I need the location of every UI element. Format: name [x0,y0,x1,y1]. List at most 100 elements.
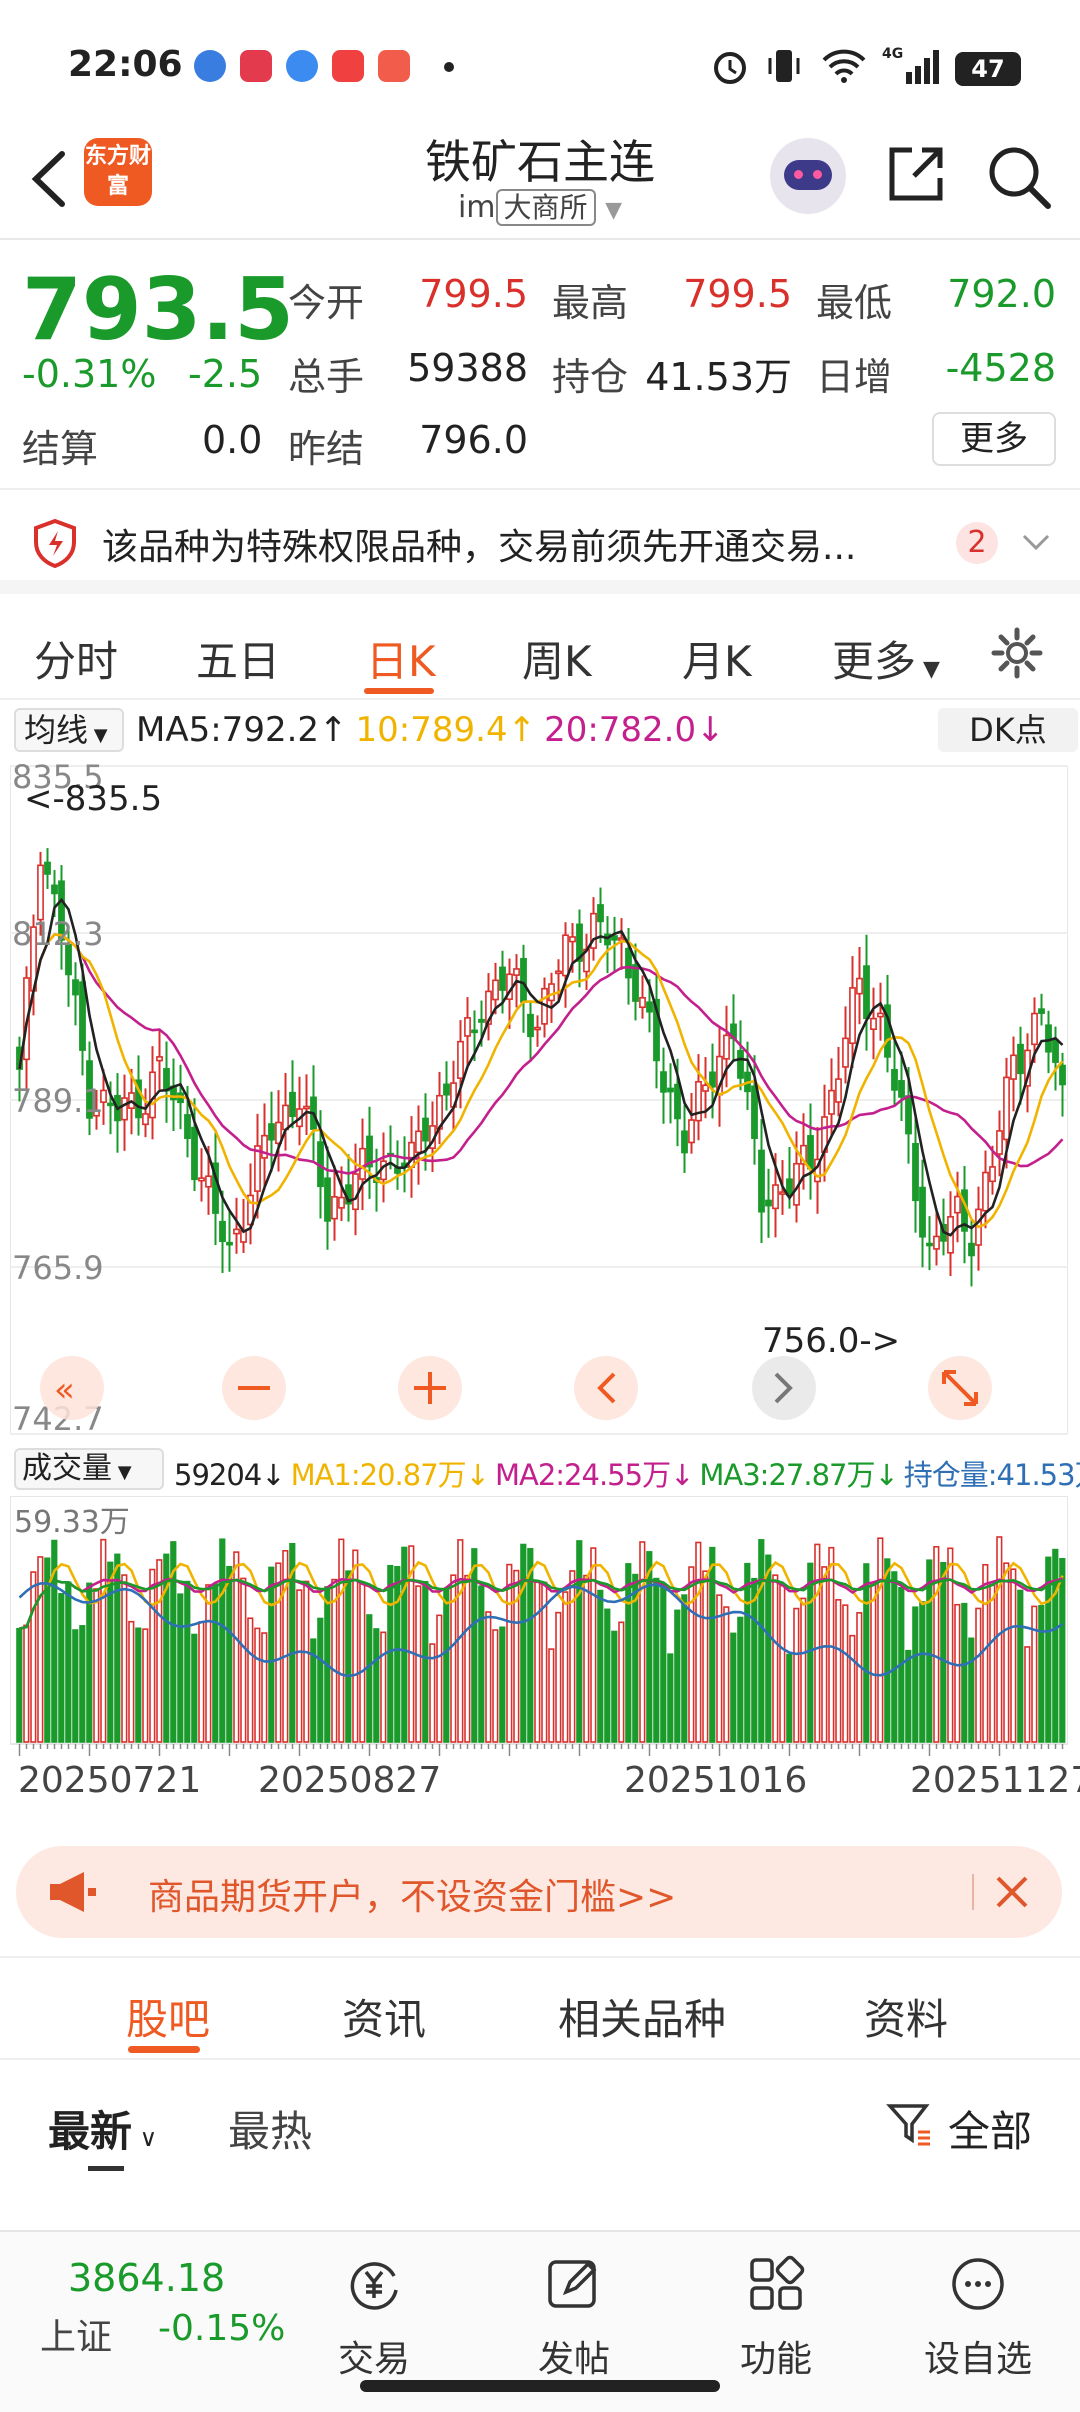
search-icon[interactable] [984,142,1054,212]
volume-bar [317,1617,324,1743]
divider [972,1874,974,1910]
candle [352,1143,359,1236]
nav-post[interactable]: 发帖 [514,2242,634,2382]
tab-five-day[interactable]: 五日 [196,628,280,689]
candle [163,1041,170,1123]
nav-label: 交易 [337,2339,410,2380]
date-label: 20250721 [18,1760,202,1801]
open-interest-value: 41.53万 [645,355,792,399]
candle [450,1060,457,1132]
dk-point-button[interactable]: DK点 [938,708,1078,752]
chart-controls: « [40,1356,992,1420]
scroll-left-fast-button[interactable]: « [40,1356,104,1420]
ma-type-select[interactable]: 均线 ▼ [14,708,124,752]
candle [289,1060,296,1129]
volume-bar [247,1617,254,1743]
nav-add-watchlist[interactable]: 设自选 [918,2242,1038,2382]
permission-notice[interactable]: 该品种为特殊权限品种，交易前须先开通交易... 2 [0,492,1080,594]
volume-bar [653,1577,660,1743]
volume-bar [275,1562,282,1743]
close-icon[interactable] [984,1864,1040,1920]
volume-bar [688,1566,695,1743]
nav-functions[interactable]: 功能 [716,2242,836,2382]
volume-bar [856,1612,863,1743]
volume-bar [723,1606,730,1743]
caret-down-icon: ▼ [88,725,108,746]
more-quote-button[interactable]: 更多 [932,412,1056,466]
tab-monthly-k[interactable]: 月K [682,628,752,689]
volume-bar [198,1621,205,1743]
sort-latest[interactable]: 最新 ∨ [48,2098,157,2159]
sort-hottest[interactable]: 最热 [228,2098,312,2159]
volume-bar [618,1621,625,1743]
notice-count-badge: 2 [956,522,998,564]
tab-profile[interactable]: 资料 [864,1986,948,2047]
tab-more[interactable]: 更多 ▼ [832,628,940,689]
chevron-down-icon: ∨ [132,2124,158,2152]
candle [590,897,597,961]
zoom-in-button[interactable] [398,1356,462,1420]
volume-bar [1031,1605,1038,1743]
candlestick-chart[interactable]: 835.5812.3789.1765.9742.7 <-835.5 756.0-… [10,760,1068,1440]
candle [975,1186,982,1271]
volume-bar [702,1570,709,1743]
volume-bar [1038,1604,1045,1743]
volume-bar [443,1588,450,1743]
candle [275,1090,282,1172]
index-ticker[interactable]: 3864.18 上证 -0.15% [0,2232,300,2382]
volume-bar [485,1611,492,1743]
tab-news[interactable]: 资讯 [342,1986,426,2047]
low-label: 最低 [816,281,893,325]
zoom-out-button[interactable] [222,1356,286,1420]
volume-chart[interactable]: 59.33万 [10,1496,1068,1776]
volume-bar [737,1616,744,1743]
volume-bar [219,1538,226,1743]
volume-bar [142,1628,149,1743]
volume-bar [93,1588,100,1743]
ai-assistant-icon[interactable] [770,138,846,214]
svg-text:«: « [54,1370,75,1410]
tab-weekly-k[interactable]: 周K [522,628,592,689]
volume-bar [947,1547,954,1743]
account-banner[interactable]: 商品期货开户，不设资金门槛>> [16,1846,1062,1938]
content-tabs: 股吧 资讯 相关品种 资料 [0,1956,1080,2060]
share-icon[interactable] [884,142,948,206]
volume-bar [1003,1562,1010,1743]
candle [156,1030,163,1090]
tab-related[interactable]: 相关品种 [558,1986,726,2047]
volume-bar [394,1566,401,1743]
nav-trade[interactable]: 交易 [314,2242,434,2382]
volume-bar [863,1563,870,1743]
chevron-down-icon: ▼ [605,198,623,223]
vol-oi: 持仓量:41.53万↓ [903,1458,1080,1492]
volume-bar [562,1591,569,1743]
volume-bar [72,1629,79,1743]
filter-icon[interactable] [886,2100,934,2148]
candle [807,1103,814,1200]
candle [681,1104,688,1173]
date-axis: 20250721 20250827 20251016 20251127 [10,1760,1080,1810]
volume-bar [296,1589,303,1743]
filter-all[interactable]: 全部 [948,2098,1032,2159]
tab-intraday[interactable]: 分时 [34,628,118,689]
candle [240,1198,247,1253]
indicator-select[interactable]: 成交量 ▼ [14,1448,164,1490]
gear-icon[interactable] [990,626,1044,680]
chevron-down-icon[interactable] [1020,528,1052,558]
fullscreen-button[interactable] [928,1356,992,1420]
tab-daily-k[interactable]: 日K [366,628,436,689]
prev-settle-value: 796.0 [419,418,528,462]
scroll-left-button[interactable] [574,1356,638,1420]
volume-bar [905,1649,912,1743]
tab-guba[interactable]: 股吧 [126,1986,210,2047]
volume-bar [548,1648,555,1743]
volume-bar [205,1584,212,1743]
baidu-app-icon [194,50,226,82]
volume-bar [821,1566,828,1743]
candle [359,1118,366,1211]
period-tabs: 分时 五日 日K 周K 月K 更多 ▼ [0,608,1080,700]
scroll-right-button[interactable] [752,1356,816,1420]
open-interest-label: 持仓 [552,355,629,399]
volume-bar [268,1566,275,1743]
candle [667,1063,674,1124]
